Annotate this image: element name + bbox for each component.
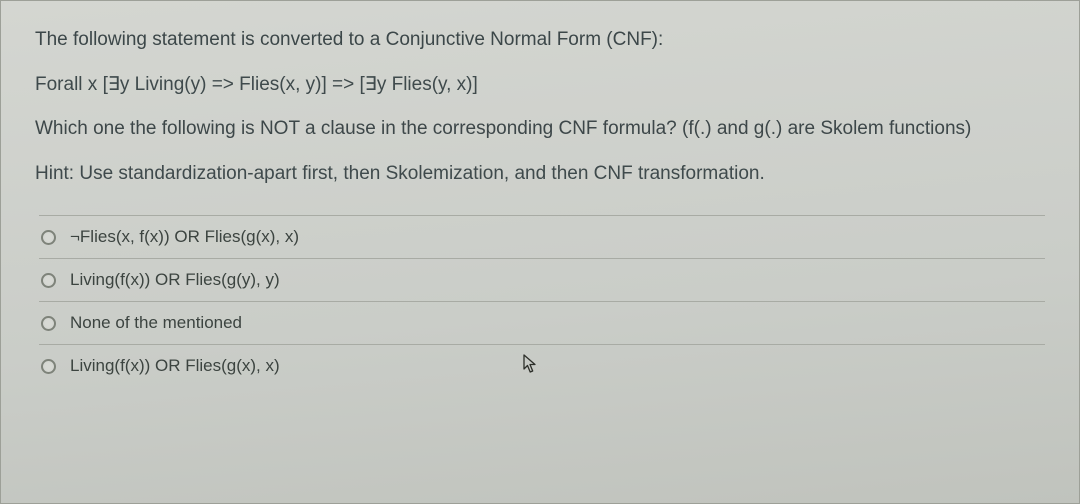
radio-icon[interactable] (41, 359, 56, 374)
option-label: ¬Flies(x, f(x)) OR Flies(g(x), x) (70, 227, 1043, 247)
question-stem: The following statement is converted to … (35, 27, 1045, 187)
stem-hint: Hint: Use standardization-apart first, t… (35, 161, 1045, 188)
radio-icon[interactable] (41, 273, 56, 288)
stem-intro: The following statement is converted to … (35, 27, 1045, 54)
option-label: None of the mentioned (70, 313, 1043, 333)
option-d[interactable]: Living(f(x)) OR Flies(g(x), x) (39, 345, 1045, 387)
option-c[interactable]: None of the mentioned (39, 302, 1045, 345)
stem-formula: Forall x [∃y Living(y) => Flies(x, y)] =… (35, 72, 1045, 99)
radio-icon[interactable] (41, 230, 56, 245)
option-b[interactable]: Living(f(x)) OR Flies(g(y), y) (39, 259, 1045, 302)
options-list: ¬Flies(x, f(x)) OR Flies(g(x), x) Living… (35, 215, 1045, 387)
option-a[interactable]: ¬Flies(x, f(x)) OR Flies(g(x), x) (39, 215, 1045, 259)
option-label: Living(f(x)) OR Flies(g(y), y) (70, 270, 1043, 290)
option-label: Living(f(x)) OR Flies(g(x), x) (70, 356, 1043, 376)
stem-prompt: Which one the following is NOT a clause … (35, 116, 1045, 143)
radio-icon[interactable] (41, 316, 56, 331)
question-card: The following statement is converted to … (0, 0, 1080, 504)
